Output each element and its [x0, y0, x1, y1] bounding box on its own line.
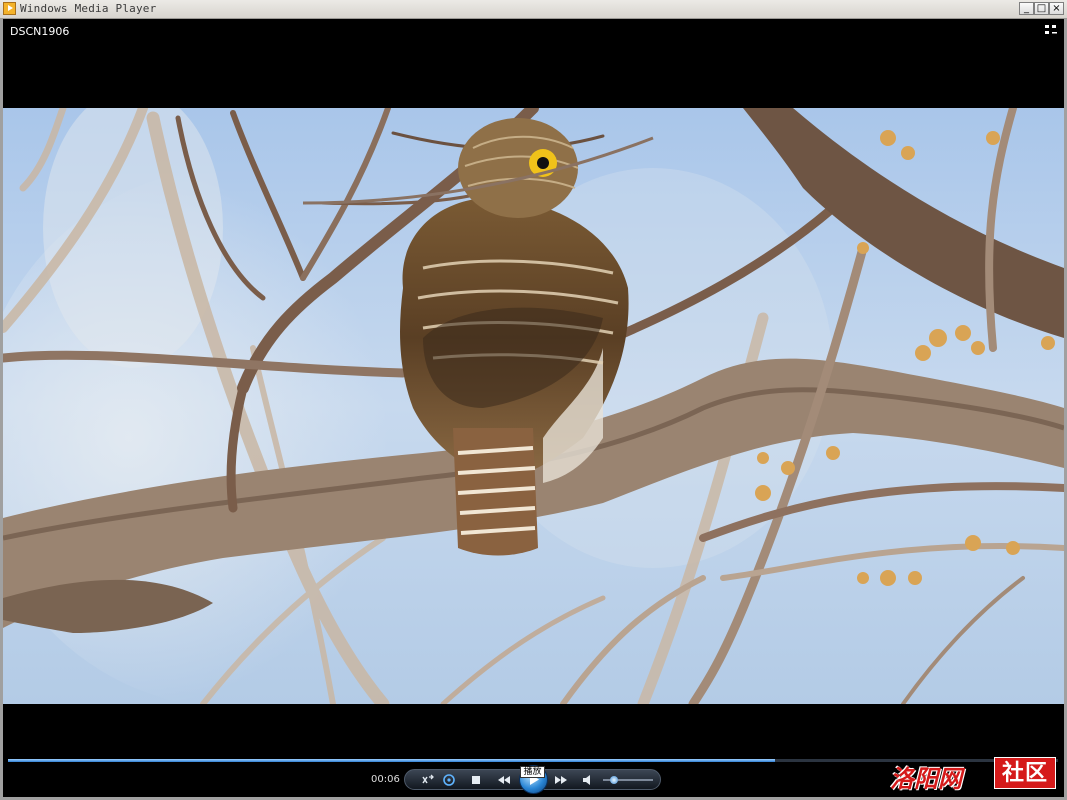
volume-slider-knob[interactable] [610, 776, 618, 784]
shuffle-icon[interactable] [420, 773, 436, 787]
site-watermark: 洛阳网 社区 [890, 757, 1058, 793]
title-bar[interactable]: Windows Media Player _ □ × [0, 0, 1067, 19]
switch-to-library-icon[interactable] [1044, 24, 1058, 36]
media-player-logo-icon [3, 2, 16, 15]
next-icon[interactable] [553, 773, 569, 787]
previous-icon[interactable] [496, 773, 512, 787]
window-title: Windows Media Player [20, 2, 157, 15]
volume-slider[interactable] [603, 776, 653, 784]
watermark-cursive-text: 洛阳网 [890, 764, 962, 793]
maximize-button[interactable]: □ [1034, 2, 1049, 15]
repeat-icon[interactable] [441, 773, 457, 787]
current-time: 00:06 [371, 774, 400, 785]
video-display[interactable] [3, 108, 1064, 704]
mute-icon[interactable] [580, 773, 596, 787]
close-button[interactable]: × [1049, 2, 1064, 15]
watermark-box-text: 社区 [994, 757, 1056, 789]
minimize-button[interactable]: _ [1019, 2, 1034, 15]
media-title: DSCN1906 [10, 25, 70, 38]
seek-progress [8, 759, 775, 762]
stop-icon[interactable] [468, 773, 484, 787]
play-tooltip: 播放 [520, 766, 545, 778]
